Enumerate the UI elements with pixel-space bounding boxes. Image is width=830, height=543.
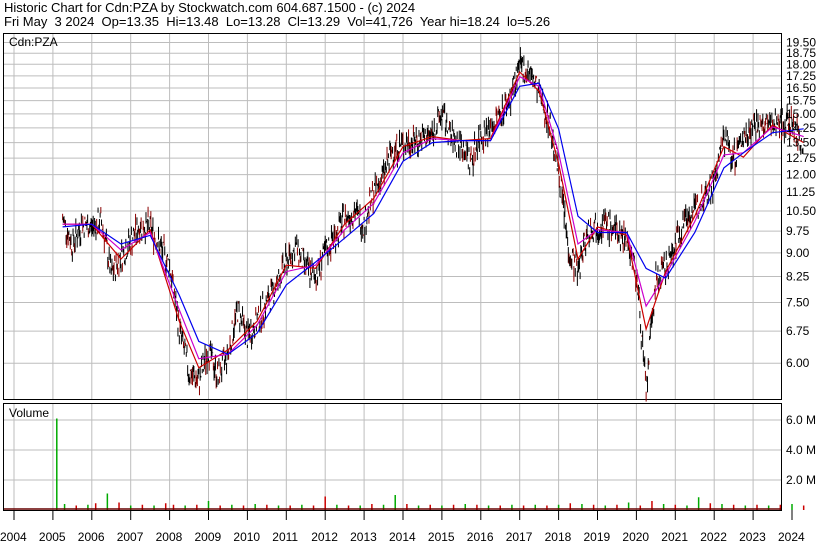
year-tick-label: 2018 [545, 530, 572, 543]
year-axis-labels: 2004 2005 2006 2007 2008 2009 2010 2011 2012 2013… [0, 510, 805, 543]
price-tick-label: 11.25 [786, 185, 815, 199]
stock-chart: 19.5018.7518.0017.2516.5015.7515.0014.25… [0, 33, 816, 543]
year-tick-label: 2009 [195, 530, 222, 543]
price-tick-label: 15.00 [786, 107, 816, 121]
year-tick-label: 2012 [311, 530, 338, 543]
price-tick-label: 9.00 [786, 246, 810, 260]
volume-tick-label: 6.0 M [786, 413, 816, 427]
volume-tick-label: 2.0 M [786, 473, 816, 487]
price-tick-label: 6.75 [786, 324, 810, 338]
symbol-label: Cdn:PZA [9, 35, 58, 49]
year-tick-label: 2015 [428, 530, 455, 543]
year-tick-label: 2007 [117, 530, 144, 543]
year-tick-label: 2019 [584, 530, 611, 543]
price-tick-label: 14.25 [786, 121, 816, 135]
year-tick-label: 2013 [350, 530, 377, 543]
price-tick-label: 9.75 [786, 224, 810, 238]
year-tick-label: 2017 [506, 530, 533, 543]
year-tick-label: 2021 [661, 530, 688, 543]
price-tick-label: 12.75 [786, 151, 816, 165]
year-tick-label: 2014 [389, 530, 416, 543]
volume-tick-label: 4.0 M [786, 443, 816, 457]
year-tick-label: 2008 [156, 530, 183, 543]
year-tick-label: 2022 [700, 530, 727, 543]
year-tick-label: 2006 [78, 530, 105, 543]
year-tick-label: 2011 [272, 530, 298, 543]
year-tick-label: 2016 [467, 530, 494, 543]
volume-title: Volume [9, 406, 49, 420]
year-tick-label: 2020 [622, 530, 649, 543]
year-tick-label: 2005 [39, 530, 66, 543]
price-tick-label: 8.25 [786, 270, 810, 284]
year-tick-label: 2024 [778, 530, 805, 543]
year-tick-label: 2023 [739, 530, 766, 543]
price-tick-label: 15.75 [786, 94, 816, 108]
year-tick-label: 2010 [233, 530, 260, 543]
price-tick-label: 13.50 [786, 136, 816, 150]
year-tick-label: 2004 [0, 530, 27, 543]
price-tick-label: 10.50 [786, 204, 816, 218]
price-tick-label: 6.00 [786, 356, 810, 370]
price-tick-label: 7.50 [786, 295, 810, 309]
price-tick-label: 12.00 [786, 168, 816, 182]
volume-axis-labels: 6.0 M 4.0 M 2.0 M [786, 413, 816, 487]
price-axis-labels: 19.5018.7518.0017.2516.5015.7515.0014.25… [786, 36, 816, 371]
